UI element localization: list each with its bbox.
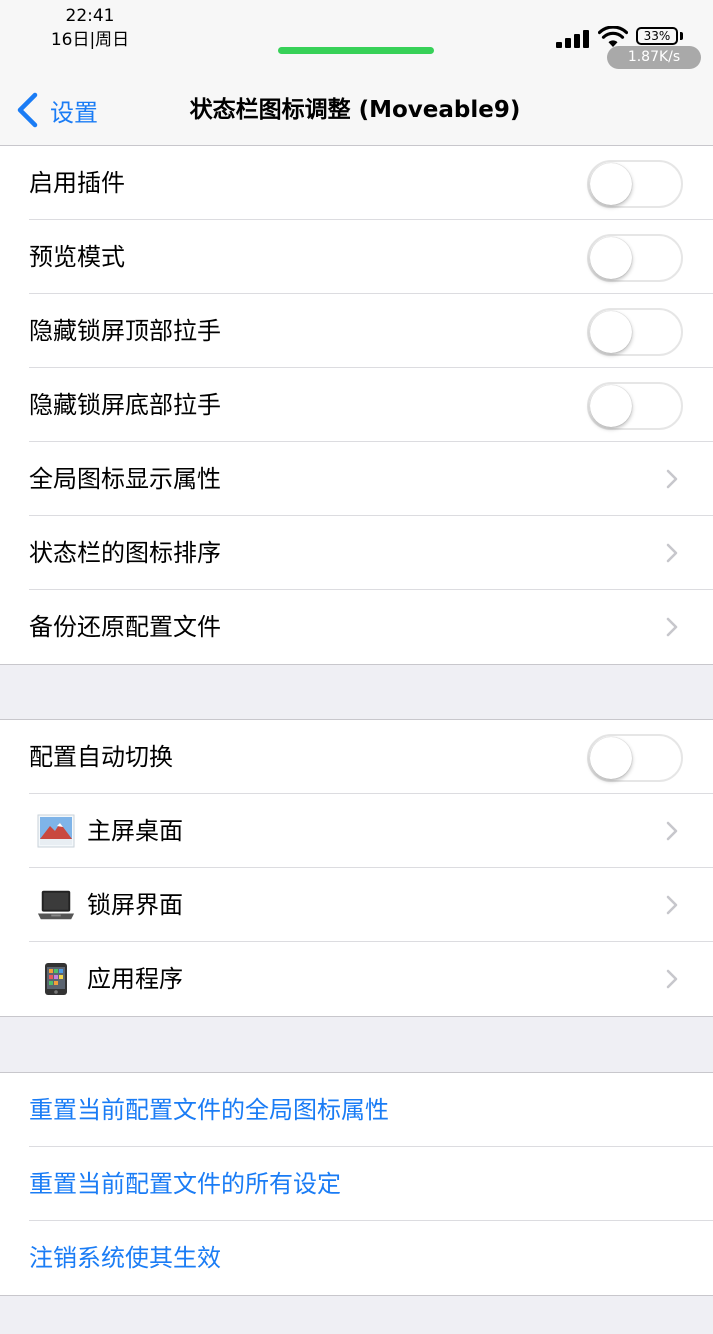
row-backup-restore[interactable]: 备份还原配置文件: [0, 590, 713, 664]
status-date: 16日|周日: [50, 30, 130, 50]
settings-group-main: 启用插件 预览模式 隐藏锁屏顶部拉手 隐藏锁屏底部拉手 全局图标显示属性 状态栏…: [0, 145, 713, 665]
reset-global-icon-properties-button[interactable]: 重置当前配置文件的全局图标属性: [0, 1073, 713, 1147]
row-icon-order[interactable]: 状态栏的图标排序: [0, 516, 713, 590]
row-label: 隐藏锁屏底部拉手: [29, 391, 221, 419]
chevron-right-icon: [666, 543, 678, 563]
row-label: 重置当前配置文件的全局图标属性: [29, 1096, 389, 1124]
phone-icon: [37, 961, 75, 997]
settings-group-actions: 重置当前配置文件的全局图标属性 重置当前配置文件的所有设定 注销系统使其生效: [0, 1072, 713, 1296]
toggle-knob: [590, 311, 632, 353]
row-home-screen[interactable]: 主屏桌面: [0, 794, 713, 868]
row-applications[interactable]: 应用程序: [0, 942, 713, 1016]
toggle-knob: [590, 385, 632, 427]
preview-mode-toggle[interactable]: [587, 234, 683, 282]
back-button[interactable]: 设置: [14, 90, 98, 130]
toggle-knob: [590, 163, 632, 205]
row-label: 应用程序: [87, 965, 183, 993]
row-label: 主屏桌面: [87, 817, 183, 845]
row-label: 预览模式: [29, 243, 125, 271]
chevron-right-icon: [666, 895, 678, 915]
row-auto-switch: 配置自动切换: [0, 720, 713, 794]
row-label: 隐藏锁屏顶部拉手: [29, 317, 221, 345]
battery-tip: [680, 32, 683, 40]
row-hide-bottom-grabber: 隐藏锁屏底部拉手: [0, 368, 713, 442]
row-enable-plugin: 启用插件: [0, 146, 713, 220]
row-global-icon-properties[interactable]: 全局图标显示属性: [0, 442, 713, 516]
laptop-icon: [37, 887, 75, 923]
auto-switch-toggle[interactable]: [587, 734, 683, 782]
row-lock-screen[interactable]: 锁屏界面: [0, 868, 713, 942]
chevron-left-icon: [17, 92, 38, 128]
chevron-right-icon: [666, 821, 678, 841]
activity-indicator: [278, 47, 434, 54]
hide-top-grabber-toggle[interactable]: [587, 308, 683, 356]
chevron-right-icon: [666, 969, 678, 989]
status-time: 22:41: [65, 6, 115, 26]
row-label: 备份还原配置文件: [29, 613, 221, 641]
chevron-right-icon: [666, 617, 678, 637]
respring-button[interactable]: 注销系统使其生效: [0, 1221, 713, 1295]
chevron-right-icon: [666, 469, 678, 489]
home-wallpaper-icon: [37, 813, 75, 849]
reset-all-settings-button[interactable]: 重置当前配置文件的所有设定: [0, 1147, 713, 1221]
navigation-bar: 设置 状态栏图标调整 (Moveable9): [0, 72, 713, 146]
row-label: 配置自动切换: [29, 743, 173, 771]
enable-plugin-toggle[interactable]: [587, 160, 683, 208]
row-label: 启用插件: [29, 169, 125, 197]
page-title: 状态栏图标调整 (Moveable9): [189, 97, 521, 123]
net-speed-badge: 1.87K/s: [607, 46, 701, 69]
toggle-knob: [590, 237, 632, 279]
settings-group-auto-switch: 配置自动切换 主屏桌面 锁屏界面 应用程序: [0, 719, 713, 1017]
row-label: 锁屏界面: [87, 891, 183, 919]
back-label: 设置: [50, 98, 98, 127]
wifi-icon: [598, 26, 628, 47]
row-hide-top-grabber: 隐藏锁屏顶部拉手: [0, 294, 713, 368]
row-label: 状态栏的图标排序: [29, 539, 221, 567]
row-label: 全局图标显示属性: [29, 465, 221, 493]
status-bar: 22:41 16日|周日 33% 1.87K/s: [0, 0, 713, 72]
cellular-signal-icon: [556, 30, 592, 48]
row-label: 重置当前配置文件的所有设定: [29, 1170, 341, 1198]
row-preview-mode: 预览模式: [0, 220, 713, 294]
toggle-knob: [590, 737, 632, 779]
hide-bottom-grabber-toggle[interactable]: [587, 382, 683, 430]
battery-icon: 33%: [636, 27, 678, 45]
row-label: 注销系统使其生效: [29, 1244, 221, 1272]
